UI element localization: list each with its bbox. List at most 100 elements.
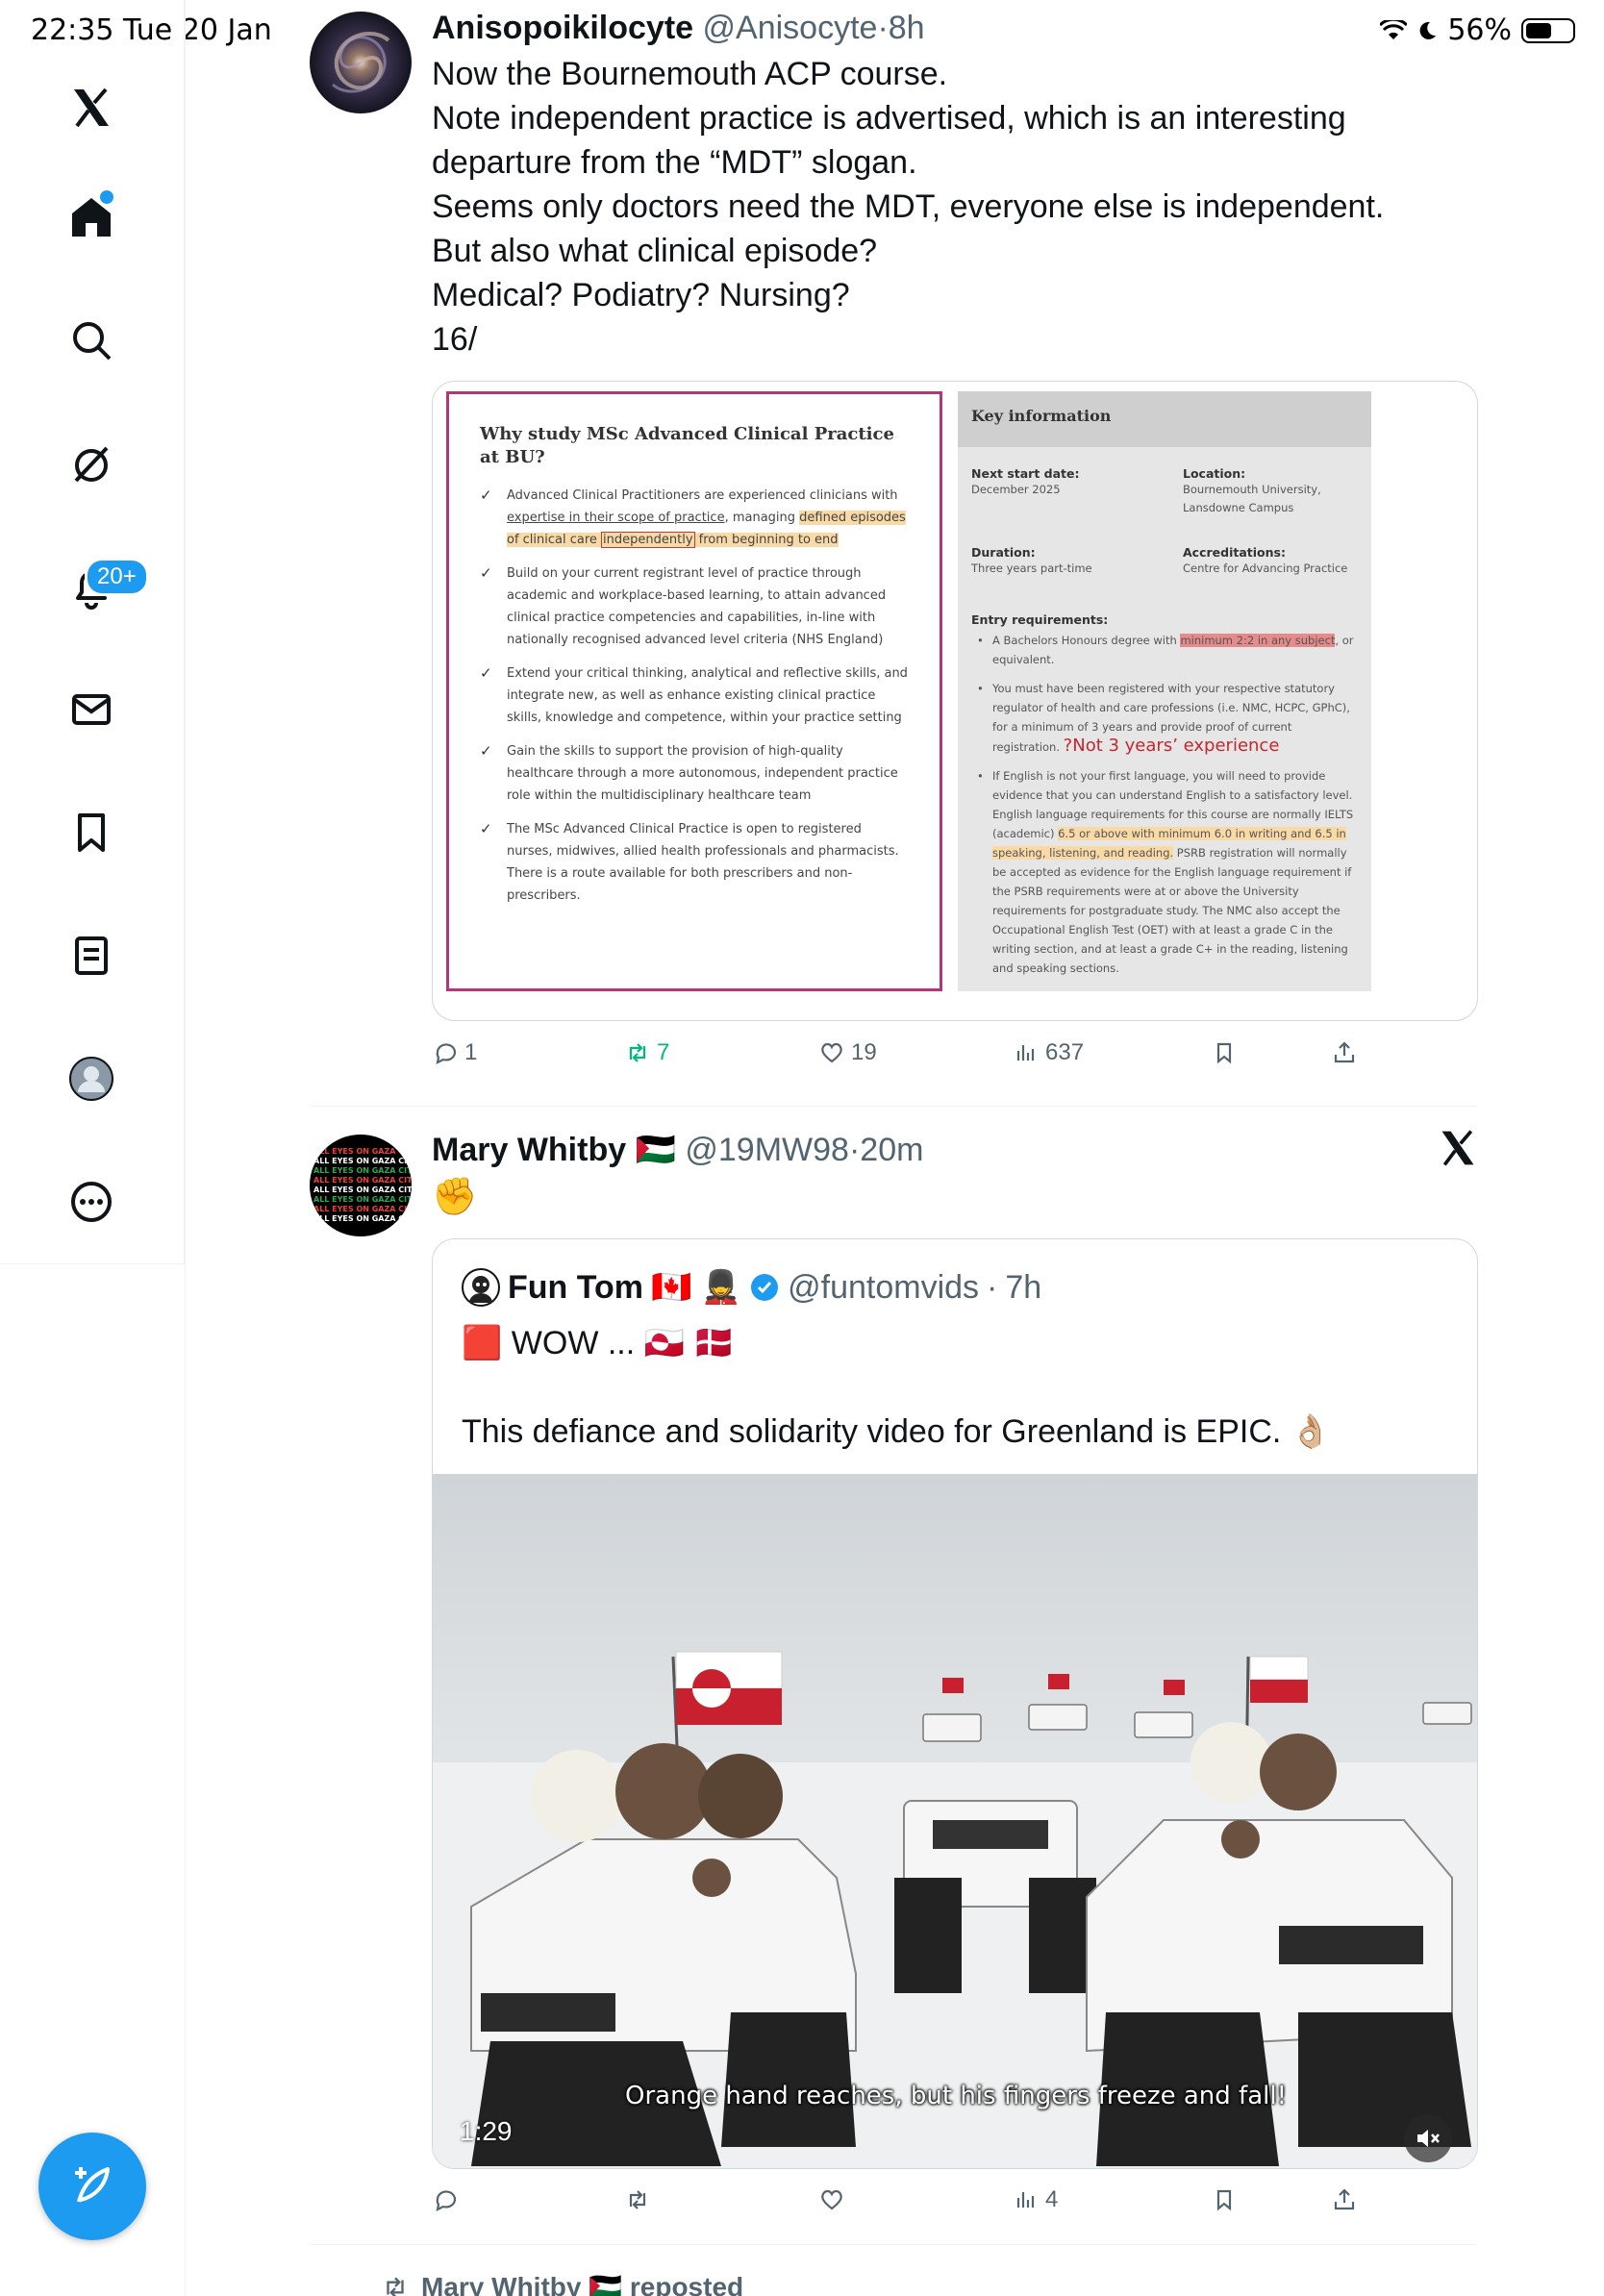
like-button[interactable] <box>818 2186 851 2213</box>
share-icon <box>1334 1041 1355 1063</box>
bookmarks-icon[interactable] <box>64 806 118 860</box>
duration-label: Duration: <box>971 545 1036 560</box>
svg-text:ALL EYES ON GAZA CITY: ALL EYES ON GAZA CITY <box>313 1176 412 1185</box>
moon-icon <box>1419 21 1437 39</box>
quoted-text-line: 🟥 WOW ... 🇬🇱 🇩🇰 <box>462 1325 735 1361</box>
reply-icon <box>436 2190 457 2211</box>
reply-icon <box>436 1043 457 1064</box>
views-button[interactable]: 637 <box>1013 1039 1084 1066</box>
mute-button[interactable] <box>1404 2114 1452 2162</box>
duration-value: Three years part-time <box>971 562 1092 575</box>
quoted-author-handle[interactable]: @funtomvids <box>788 1269 979 1307</box>
messages-icon[interactable] <box>64 683 118 736</box>
location-value: Bournemouth University, Lansdowne Campus <box>1183 483 1321 514</box>
heart-icon <box>821 2189 842 2210</box>
key-info-title: Key information <box>958 391 1371 447</box>
x-logo-icon[interactable] <box>64 81 118 135</box>
course-panel-title: Why study MSc Advanced Clinical Practice… <box>480 424 894 467</box>
dot-separator: · <box>877 10 889 46</box>
post-time[interactable]: 20m <box>860 1132 923 1168</box>
video-duration: 1:29 <box>460 2116 513 2146</box>
repost-icon <box>629 1043 646 1062</box>
quoted-post-time[interactable]: 7h <box>1005 1269 1041 1307</box>
share-icon <box>1334 2188 1355 2210</box>
key-information-panel: Key information Next start date: Decembe… <box>958 391 1371 991</box>
entry-item: If English is not your first language, y… <box>971 766 1356 978</box>
views-count: 4 <box>1045 2186 1059 2212</box>
profile-avatar-icon[interactable] <box>64 1052 118 1106</box>
svg-text:ALL EYES ON GAZA CITY: ALL EYES ON GAZA CITY <box>313 1195 412 1204</box>
verified-badge-icon <box>751 1274 779 1301</box>
x-logo-icon <box>1437 1127 1479 1174</box>
home-unread-dot <box>100 190 113 204</box>
entry-item: You must have been registered with your … <box>971 679 1356 757</box>
course-bullet: Build on your current registrant level o… <box>480 562 911 651</box>
tweet1-actions: 1 7 19 637 <box>432 1039 1393 1078</box>
post-time[interactable]: 8h <box>889 10 925 46</box>
flag-emoji: 🇵🇸 <box>635 1132 676 1168</box>
quoted-tweet-header: Fun Tom 🇨🇦 💂 @funtomvids · 7h <box>462 1268 1041 1307</box>
notifications-badge: 20+ <box>85 558 149 596</box>
views-button[interactable]: 4 <box>1013 2186 1058 2213</box>
bookmark-icon <box>1216 1042 1232 1064</box>
repost-context: Mary Whitby 🇵🇸 reposted <box>381 2271 743 2296</box>
repost-button[interactable] <box>624 2186 657 2213</box>
accreditations-value: Centre for Advancing Practice <box>1183 562 1348 575</box>
quoted-author-avatar[interactable] <box>462 1268 500 1307</box>
grok-icon[interactable] <box>64 437 118 490</box>
reply-count: 1 <box>464 1039 478 1065</box>
course-info-panel: Why study MSc Advanced Clinical Practice… <box>446 391 942 991</box>
speaker-muted-icon <box>1417 2130 1440 2147</box>
views-icon <box>1016 2192 1035 2208</box>
compose-post-button[interactable] <box>38 2133 146 2240</box>
sidebar-divider <box>185 0 186 2296</box>
course-bullet: Extend your critical thinking, analytica… <box>480 662 911 729</box>
greenland-convoy-video-frame <box>433 1474 1477 2168</box>
bookmark-button[interactable] <box>1211 1039 1238 1066</box>
share-button[interactable] <box>1331 1039 1358 1066</box>
quoted-author-name[interactable]: Fun Tom <box>508 1269 643 1307</box>
reply-button[interactable]: 1 <box>432 1039 477 1066</box>
handwritten-annotation: ?Not 3 years’ experience <box>1063 736 1280 756</box>
galaxy-image <box>332 31 390 93</box>
author-handle[interactable]: @Anisocyte <box>703 10 878 46</box>
repost-context-label[interactable]: Mary Whitby 🇵🇸 reposted <box>421 2271 743 2296</box>
search-icon[interactable] <box>64 313 118 367</box>
author-handle[interactable]: @19MW98 <box>685 1132 849 1168</box>
share-button[interactable] <box>1331 2186 1358 2213</box>
tweet2-text: ✊ <box>432 1177 478 1217</box>
text-line: 16/ <box>432 321 478 358</box>
repost-icon <box>387 2277 404 2296</box>
repost-button[interactable]: 7 <box>624 1039 669 1066</box>
tweet1-text: Now the Bournemouth ACP course. Note ind… <box>432 52 1384 362</box>
tweet2-header: Mary Whitby 🇵🇸 @19MW98·20m <box>432 1131 923 1169</box>
battery-percent: 56% <box>1447 13 1512 47</box>
quoted-tweet-card[interactable]: Fun Tom 🇨🇦 💂 @funtomvids · 7h 🟥 WOW ... 🇬🇱… <box>432 1238 1478 2169</box>
author-avatar[interactable]: ALL EYES ON GAZA CITY ALL EYES ON GAZA C… <box>310 1135 412 1236</box>
bookmark-button[interactable] <box>1211 2186 1238 2213</box>
tweet1-header: Anisopoikilocyte @Anisocyte·8h <box>432 10 925 47</box>
repost-icon <box>629 2190 646 2209</box>
tweet1-image-card[interactable]: Why study MSc Advanced Clinical Practice… <box>432 381 1478 1021</box>
text-line: But also what clinical episode? <box>432 233 878 269</box>
text-line: Medical? Podiatry? Nursing? <box>432 277 850 313</box>
course-bullet: Advanced Clinical Practitioners are expe… <box>480 485 911 551</box>
more-icon[interactable] <box>64 1175 118 1229</box>
entry-requirements: Entry requirements: A Bachelors Honours … <box>971 612 1356 987</box>
bookmark-icon <box>1216 2189 1232 2211</box>
svg-text:ALL EYES ON GAZA CITY: ALL EYES ON GAZA CITY <box>313 1205 412 1213</box>
lists-icon[interactable] <box>64 929 118 983</box>
reply-button[interactable] <box>432 2186 464 2213</box>
author-name[interactable]: Mary Whitby <box>432 1132 626 1168</box>
author-avatar[interactable] <box>310 12 412 113</box>
quoted-author-emoji: 🇨🇦 💂 <box>651 1269 742 1306</box>
like-button[interactable]: 19 <box>818 1039 877 1066</box>
author-name[interactable]: Anisopoikilocyte <box>432 10 693 46</box>
course-bullet: Gain the skills to support the provision… <box>480 740 911 807</box>
text-line: Now the Bournemouth ACP course. <box>432 56 948 92</box>
like-count: 19 <box>851 1039 877 1065</box>
video-player[interactable]: Orange hand reaches, but his fingers fre… <box>433 1474 1477 2168</box>
text-line: departure from the “MDT” slogan. <box>432 144 917 181</box>
repost-count: 7 <box>657 1039 670 1065</box>
tweet-divider <box>310 2244 1477 2245</box>
